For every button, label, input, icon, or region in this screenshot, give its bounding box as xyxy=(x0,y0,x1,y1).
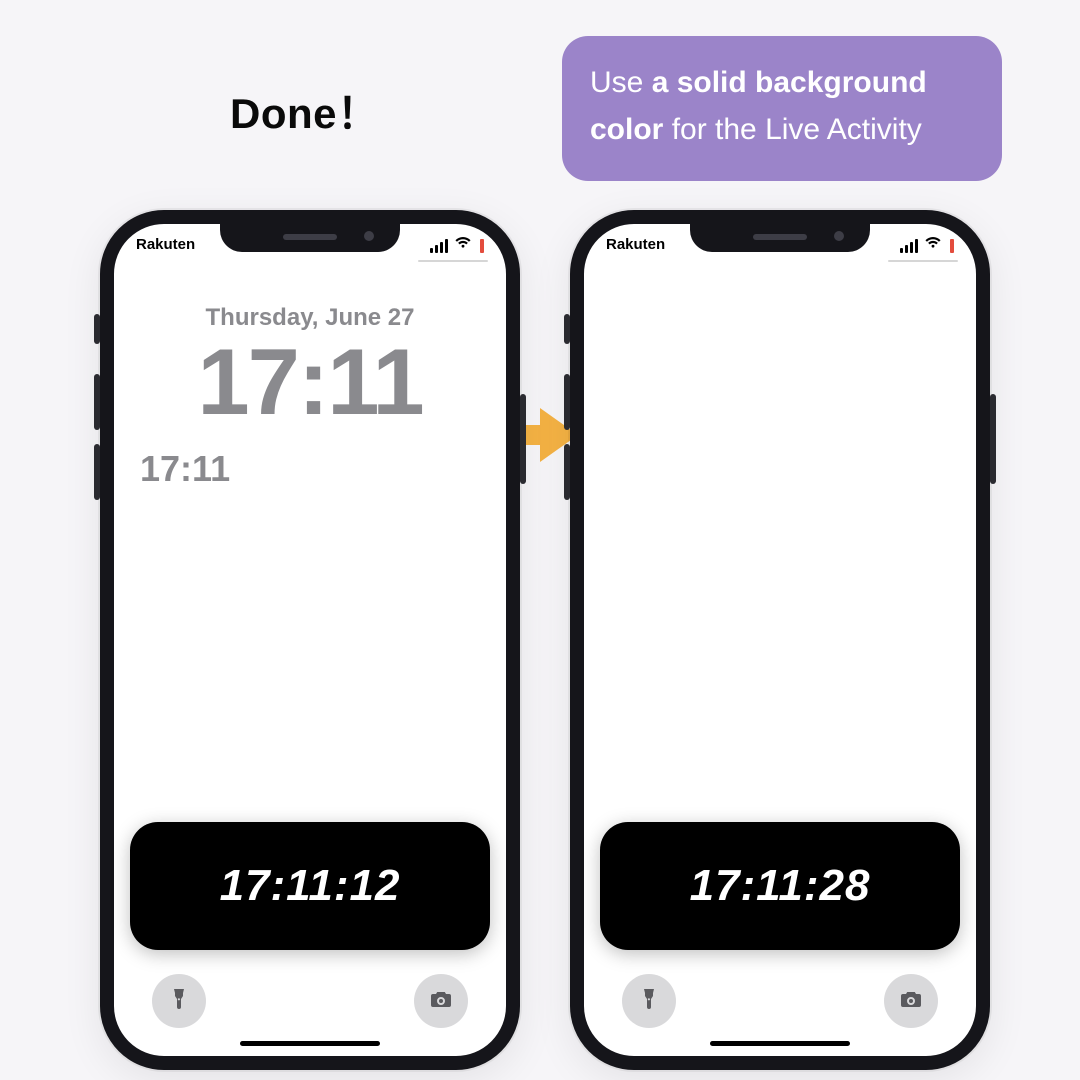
battery-low-icon xyxy=(480,239,484,253)
tip-text-2: for the Live Activity xyxy=(663,113,921,146)
camera-button[interactable] xyxy=(884,974,938,1028)
wifi-icon xyxy=(924,235,942,253)
side-button-power xyxy=(520,394,526,484)
tip-text-1: Use xyxy=(590,66,652,99)
side-button-power xyxy=(990,394,996,484)
side-button-volume-up xyxy=(564,374,570,430)
side-button-volume-up xyxy=(94,374,100,430)
camera-icon xyxy=(899,987,923,1016)
flashlight-button[interactable] xyxy=(622,974,676,1028)
lockscreen-time: 17:11 xyxy=(114,328,506,436)
live-activity-time: 17:11:28 xyxy=(690,861,871,911)
side-button-volume-down xyxy=(94,444,100,500)
side-button-silence xyxy=(94,314,100,344)
flashlight-icon xyxy=(637,987,661,1016)
side-button-silence xyxy=(564,314,570,344)
lockscreen-time-secondary: 17:11 xyxy=(140,448,230,490)
cellular-signal-icon xyxy=(430,239,448,253)
camera-icon xyxy=(429,987,453,1016)
phone-mockup-before: Rakuten Thursday, June 27 17:11 17:11 17… xyxy=(100,210,520,1070)
status-bar: Rakuten xyxy=(114,232,506,256)
live-activity-card[interactable]: 17:11:28 xyxy=(600,822,960,950)
side-button-volume-down xyxy=(564,444,570,500)
live-activity-time: 17:11:12 xyxy=(220,861,401,911)
wifi-icon xyxy=(454,235,472,253)
status-carrier: Rakuten xyxy=(136,236,195,253)
phone-mockup-after: Rakuten 17:11:28 xyxy=(570,210,990,1070)
tip-callout: Use a solid background color for the Liv… xyxy=(562,36,1002,181)
cellular-signal-icon xyxy=(900,239,918,253)
home-indicator[interactable] xyxy=(710,1041,850,1046)
status-underline xyxy=(418,260,488,262)
battery-low-icon xyxy=(950,239,954,253)
done-label: Done！ xyxy=(230,80,380,141)
home-indicator[interactable] xyxy=(240,1041,380,1046)
status-bar: Rakuten xyxy=(584,232,976,256)
camera-button[interactable] xyxy=(414,974,468,1028)
flashlight-button[interactable] xyxy=(152,974,206,1028)
live-activity-card[interactable]: 17:11:12 xyxy=(130,822,490,950)
flashlight-icon xyxy=(167,987,191,1016)
status-underline xyxy=(888,260,958,262)
status-carrier: Rakuten xyxy=(606,236,665,253)
